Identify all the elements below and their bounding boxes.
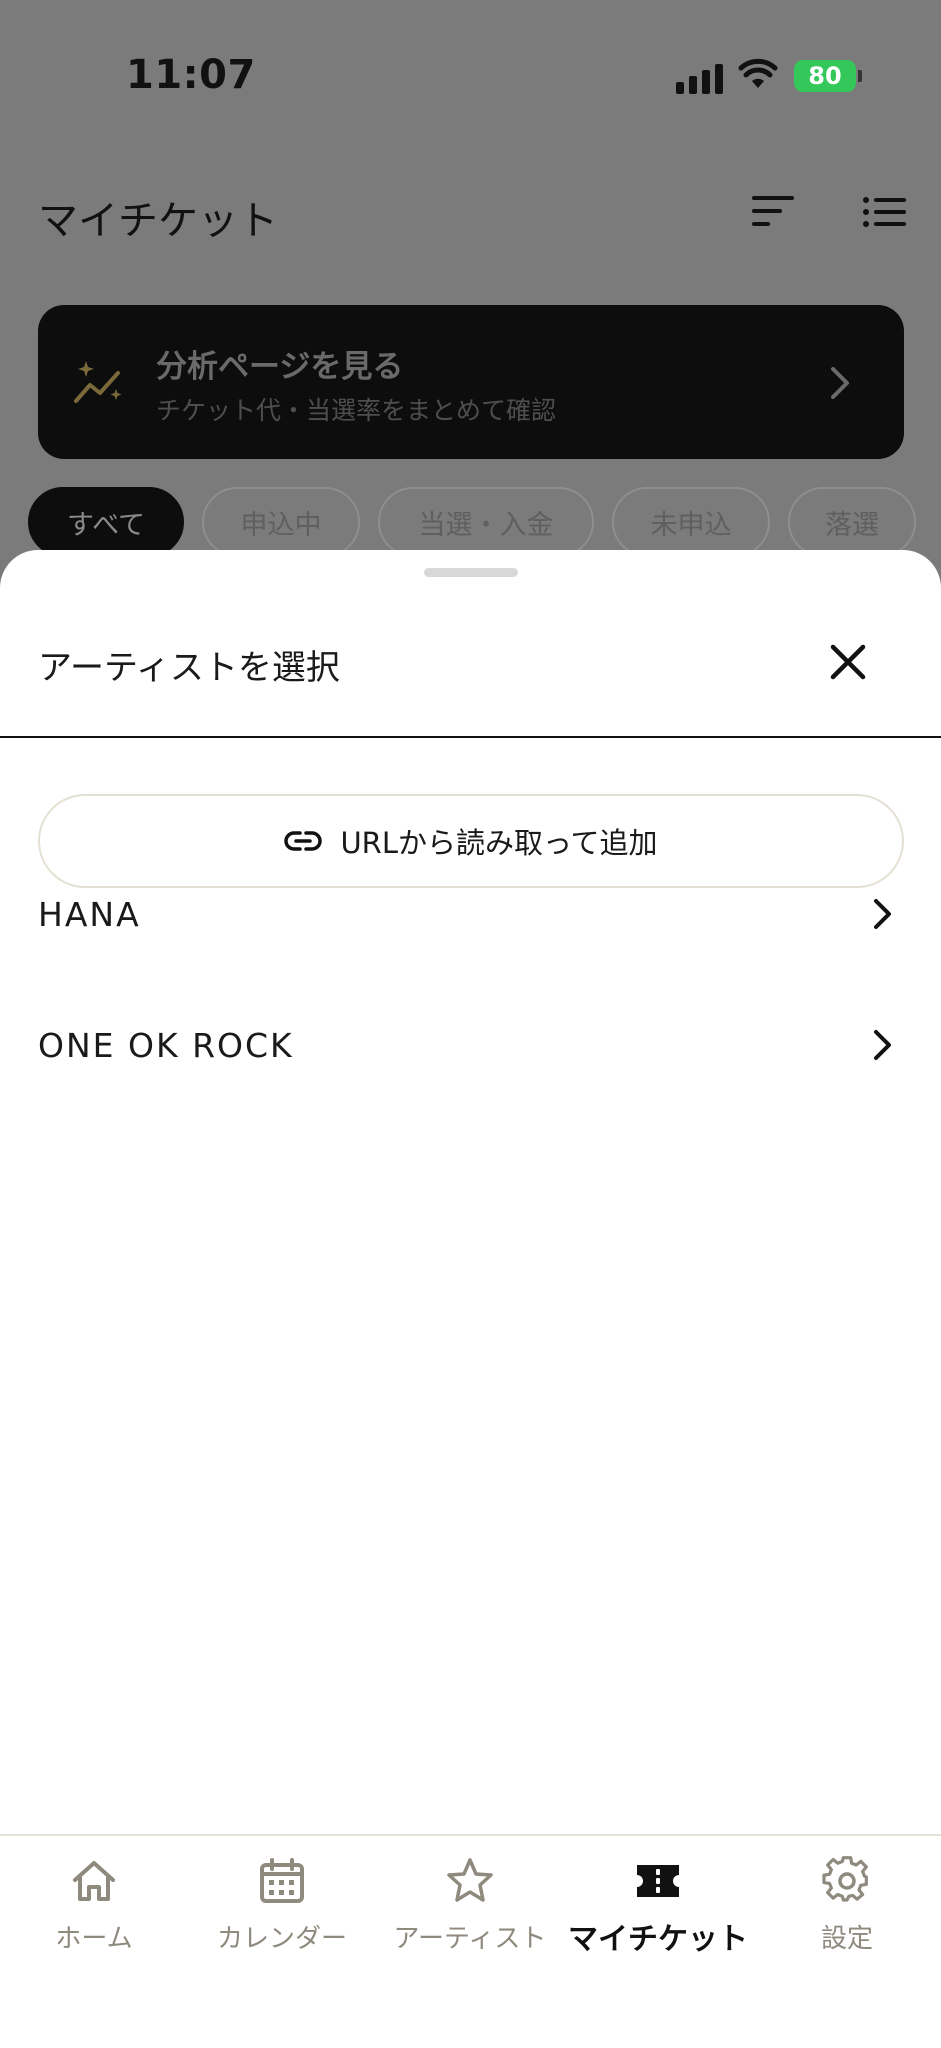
tab-settings[interactable]: 設定 [752,1856,941,1955]
artist-name: HANA [38,894,141,934]
wifi-icon [738,58,778,88]
ticket-icon [637,1865,679,1897]
battery-indicator: 80 [794,60,856,92]
tab-my-ticket[interactable]: マイチケット [563,1856,753,1958]
tab-artist[interactable]: アーティスト [375,1856,565,1955]
analytics-banner[interactable]: 分析ページを見る チケット代・当選率をまとめて確認 [38,305,904,459]
filter-chip-not-applied[interactable]: 未申込 [612,487,770,557]
close-icon [830,644,866,680]
artist-name: ONE OK ROCK [38,1025,294,1065]
sheet-grabber[interactable] [424,568,518,577]
gear-icon [822,1856,868,1902]
banner-subtitle: チケット代・当選率をまとめて確認 [156,396,557,425]
tab-label: アーティスト [393,1924,547,1954]
tab-bar: ホーム カレンダー アーティスト マイチケット 設定 [0,1834,941,2048]
tab-label: マイチケット [568,1922,748,1957]
link-icon [284,831,323,851]
battery-tip [858,70,862,82]
list-icon[interactable] [862,196,908,228]
close-button[interactable] [824,638,872,686]
sort-icon[interactable] [750,194,796,230]
background-page: 11:07 80 マイチケット 分析ページを見る チケット代・当選率をまとめて確… [0,0,941,560]
artist-row-hana[interactable]: HANA [38,864,904,964]
filter-chip-applying[interactable]: 申込中 [202,487,360,557]
tab-label: カレンダー [216,1924,347,1954]
sparkle-chart-icon [74,361,122,403]
chevron-right-icon [831,367,849,399]
filter-chip-all[interactable]: すべて [28,487,184,557]
sheet-title: アーティストを選択 [38,648,340,688]
artist-row-one-ok-rock[interactable]: ONE OK ROCK [38,995,904,1095]
chevron-right-icon [874,899,891,929]
banner-title: 分析ページを見る [156,349,404,385]
chevron-right-icon [874,1030,891,1060]
filter-chip-lost[interactable]: 落選 [788,487,916,557]
filter-chip-won-paid[interactable]: 当選・入金 [378,487,594,557]
tab-label: ホーム [55,1924,133,1954]
filter-chips: すべて 申込中 当選・入金 未申込 落選 [28,487,916,557]
status-time: 11:07 [126,52,256,98]
calendar-icon [260,1858,304,1903]
status-bar: 11:07 80 [0,0,941,150]
sheet-divider [0,736,941,738]
page-title: マイチケット [38,198,278,244]
home-icon [73,1861,115,1901]
star-icon [447,1858,493,1902]
tab-label: 設定 [820,1924,873,1954]
battery-level: 80 [808,62,842,90]
tab-home[interactable]: ホーム [0,1856,189,1955]
artist-select-sheet: アーティストを選択 URLから読み取って追加 [0,550,941,2048]
cellular-signal-icon [676,64,723,94]
add-from-url-label: URLから読み取って追加 [340,826,658,860]
tab-calendar[interactable]: カレンダー [187,1856,377,1955]
